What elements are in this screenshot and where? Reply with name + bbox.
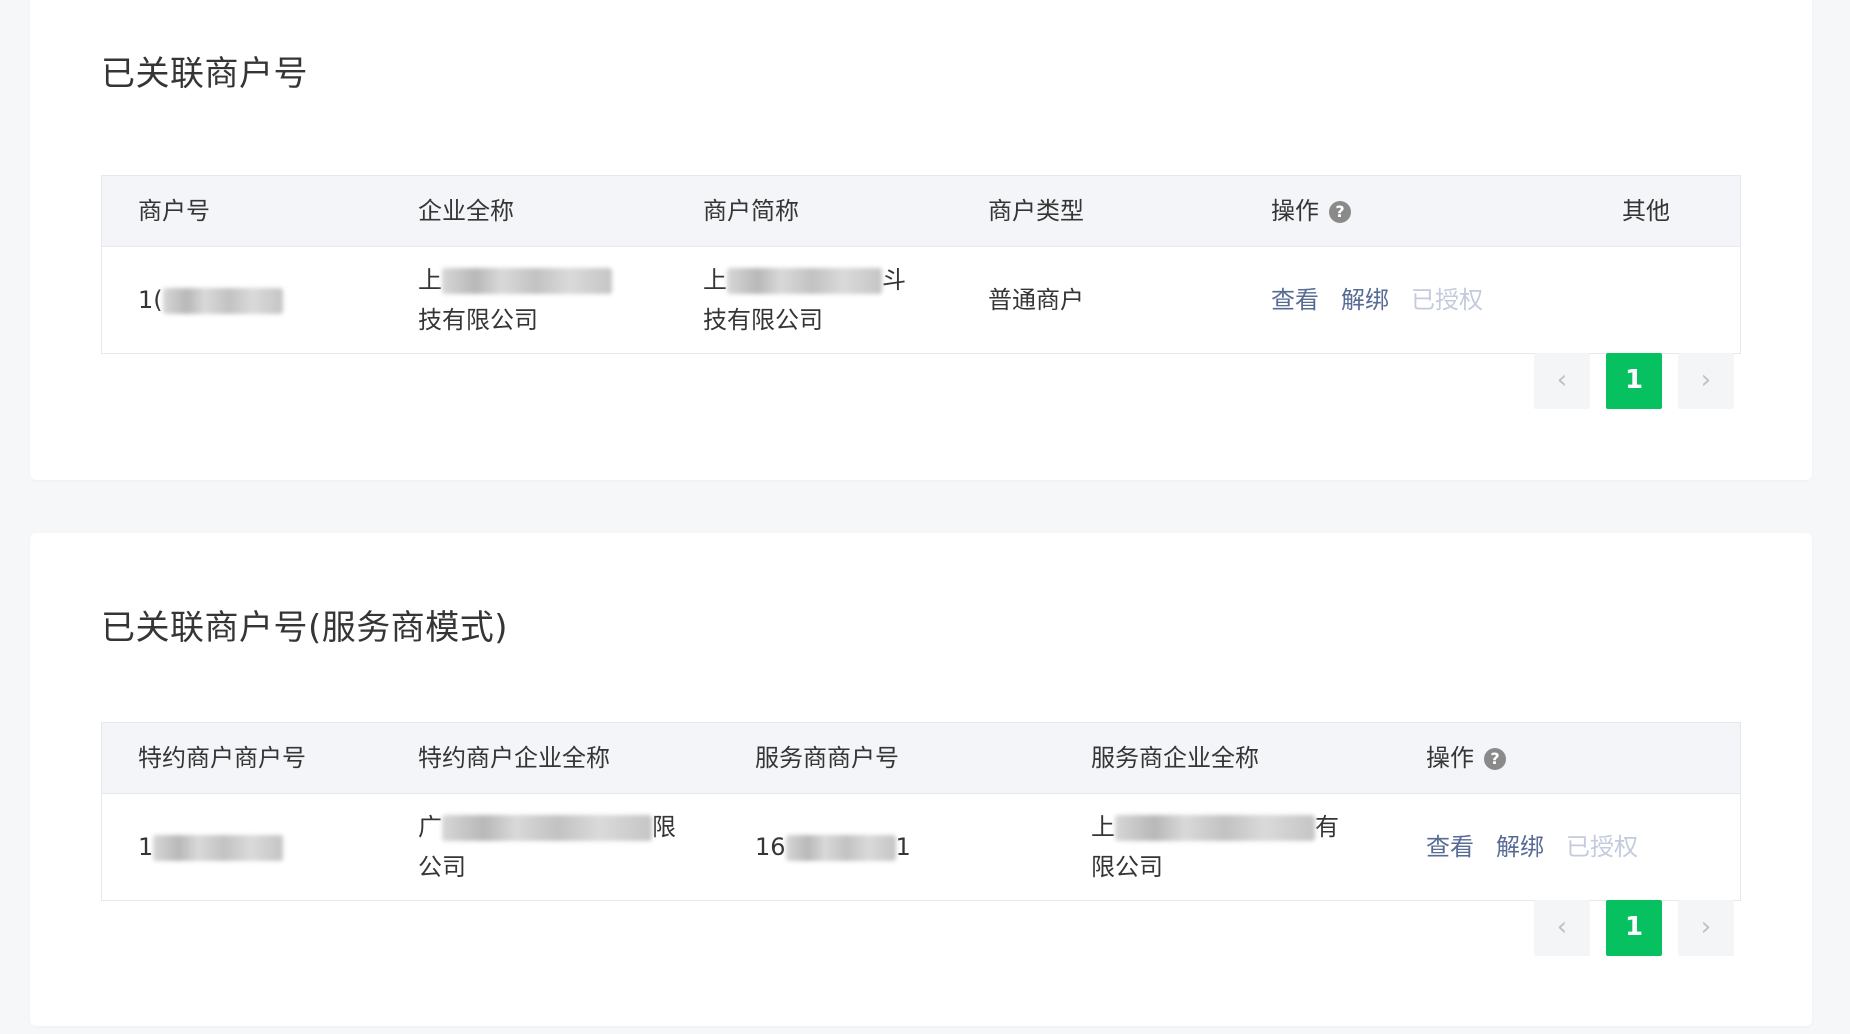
view-link[interactable]: 查看 [1426,833,1474,861]
next-page-button[interactable]: › [1678,900,1734,956]
redacted-value [442,268,612,294]
row-actions: 查看 解绑 已授权 [1271,280,1483,320]
col-company-name: 企业全称 [418,197,514,225]
short-name: 上 斗 技有限公司 [703,260,933,340]
merchant-id: 1( [138,280,283,320]
col-actions: 操作? [1426,738,1506,778]
sub-company-start: 广 [418,813,442,841]
col-provider-id: 服务商商户号 [755,744,899,772]
col-actions: 操作? [1271,191,1351,231]
prev-page-button[interactable]: ‹ [1534,353,1590,409]
redacted-value [153,835,284,861]
linked-merchants-card: 已关联商户号 商户号 企业全称 商户简称 商户类型 操作? 其他 1( 上 技有… [30,0,1812,480]
provider-company-tail: 有 [1315,813,1339,841]
page-1-button[interactable]: 1 [1606,900,1662,956]
merchant-type: 普通商户 [988,286,1084,314]
col-other: 其他 [1622,197,1670,225]
provider-merchant-table: 特约商户商户号 特约商户企业全称 服务商商户号 服务商企业全称 操作? 1 广限… [101,722,1741,901]
provider-company-end: 限公司 [1091,853,1163,881]
col-sub-company-name: 特约商户企业全称 [418,744,610,772]
view-link[interactable]: 查看 [1271,286,1319,314]
redacted-value [162,288,283,314]
row-actions: 查看 解绑 已授权 [1426,827,1638,867]
prev-page-button[interactable]: ‹ [1534,900,1590,956]
sub-company-tail: 限 [652,813,676,841]
merchant-id-visible: 1( [138,286,163,314]
redacted-value [1115,815,1315,841]
table-header: 商户号 企业全称 商户简称 商户类型 操作? 其他 [102,176,1740,247]
short-name-end: 技有限公司 [703,306,823,334]
table-row: 1 广 限 公司 16 1 上 有 限公司 查看 解绑 已授权 [102,794,1740,900]
unbind-link[interactable]: 解绑 [1341,286,1389,314]
authorized-link: 已授权 [1411,286,1483,314]
provider-id-end: 1 [895,833,911,861]
linked-merchants-provider-card: 已关联商户号(服务商模式) 特约商户商户号 特约商户企业全称 服务商商户号 服务… [30,533,1812,1026]
provider-company: 上 有 限公司 [1091,807,1351,887]
sub-company-name: 广 限 公司 [418,807,678,887]
unbind-link[interactable]: 解绑 [1496,833,1544,861]
provider-id-start: 16 [755,833,786,861]
col-short-name: 商户简称 [703,197,799,225]
merchant-table: 商户号 企业全称 商户简称 商户类型 操作? 其他 1( 上 技有限公司 上 斗 … [101,175,1741,354]
col-merchant-id: 商户号 [138,197,210,225]
page-1-button[interactable]: 1 [1606,353,1662,409]
provider-company-start: 上 [1091,813,1115,841]
provider-id: 16 1 [755,827,911,867]
redacted-value [442,815,652,841]
redacted-value [727,268,882,294]
company-name-start: 上 [418,266,442,294]
help-icon[interactable]: ? [1484,748,1506,770]
help-icon[interactable]: ? [1329,201,1351,223]
short-name-start: 上 [703,266,727,294]
table-header: 特约商户商户号 特约商户企业全称 服务商商户号 服务商企业全称 操作? [102,723,1740,794]
authorized-link: 已授权 [1566,833,1638,861]
col-merchant-type: 商户类型 [988,197,1084,225]
company-name-end: 技有限公司 [418,306,538,334]
section-title: 已关联商户号 [101,54,308,94]
col-actions-label: 操作 [1271,197,1319,225]
short-name-tail: 斗 [882,266,906,294]
col-sub-merchant-id: 特约商户商户号 [138,744,306,772]
pagination: ‹ 1 › [1534,900,1734,956]
sub-merchant-id: 1 [138,827,284,867]
sub-merchant-id-visible: 1 [138,833,154,861]
next-page-button[interactable]: › [1678,353,1734,409]
table-row: 1( 上 技有限公司 上 斗 技有限公司 普通商户 查看 解绑 已授权 [102,247,1740,353]
company-name: 上 技有限公司 [418,260,648,340]
col-actions-label: 操作 [1426,744,1474,772]
section-title: 已关联商户号(服务商模式) [101,608,509,648]
redacted-value [785,835,896,861]
col-provider-company: 服务商企业全称 [1091,744,1259,772]
pagination: ‹ 1 › [1534,353,1734,409]
sub-company-end: 公司 [418,853,466,881]
